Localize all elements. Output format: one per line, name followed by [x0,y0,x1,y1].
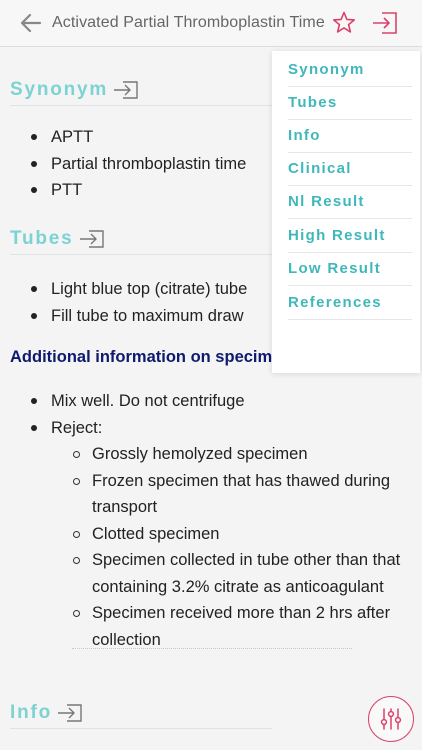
list-item: Specimen received more than 2 hrs after … [0,600,422,653]
section-header-tubes[interactable]: Tubes [10,224,272,255]
arrow-left-icon [20,13,42,33]
tubes-list: Light blue top (citrate) tube Fill tube … [0,276,247,329]
specimen-collection-list: Mix well. Do not centrifuge Reject: [0,388,245,441]
list-item: Grossly hemolyzed specimen [0,441,422,468]
section-header-synonym[interactable]: Synonym [10,75,272,106]
back-button[interactable] [14,0,48,46]
section-title-info: Info [10,702,53,723]
list-item: Specimen collected in tube other than th… [0,547,422,600]
star-icon [332,11,356,33]
list-item: PTT [0,177,246,204]
menu-item-nl-result[interactable]: Nl Result [288,185,412,219]
menu-item-references[interactable]: References [288,286,412,320]
divider [72,648,352,649]
synonym-list: APTT Partial thromboplastin time PTT [0,124,246,204]
list-item: Fill tube to maximum draw [0,303,247,330]
list-item: Light blue top (citrate) tube [0,276,247,303]
sign-in-icon [79,230,104,248]
sliders-icon [380,708,402,730]
menu-item-synonym[interactable]: Synonym [288,53,412,87]
sign-in-icon [373,12,397,34]
jump-to-section-button[interactable] [370,10,400,36]
list-item: Frozen specimen that has thawed during t… [0,468,422,521]
menu-item-clinical[interactable]: Clinical [288,152,412,186]
top-bar: Activated Partial Thromboplastin Time [0,0,422,47]
menu-item-high-result[interactable]: High Result [288,219,412,253]
section-header-info[interactable]: Info [10,698,272,729]
list-item: Mix well. Do not centrifuge [0,388,245,415]
list-item: APTT [0,124,246,151]
menu-item-info[interactable]: Info [288,119,412,153]
menu-item-low-result[interactable]: Low Result [288,252,412,286]
sign-in-icon [58,704,82,722]
section-menu: Synonym Tubes Info Clinical Nl Result Hi… [272,51,420,373]
settings-button[interactable] [368,696,414,742]
reject-list: Grossly hemolyzed specimen Frozen specim… [0,441,422,653]
list-item: Reject: [0,415,245,442]
favorite-button[interactable] [331,10,357,36]
list-item: Clotted specimen [0,521,422,548]
section-title-tubes: Tubes [10,228,74,249]
main-content: Synonym APTT Partial thromboplastin time… [0,47,422,750]
sign-in-icon [114,81,138,99]
section-title-synonym: Synonym [10,79,109,100]
menu-item-tubes[interactable]: Tubes [288,86,412,120]
page-title: Activated Partial Thromboplastin Time [52,14,324,31]
list-item: Partial thromboplastin time [0,151,246,178]
